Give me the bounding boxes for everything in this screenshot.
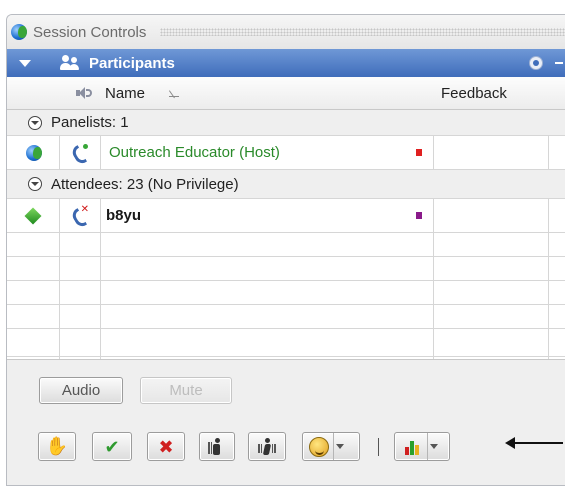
empty-row [7, 329, 565, 357]
polling-button[interactable] [394, 432, 450, 461]
empty-row [7, 281, 565, 305]
participant-name: b8yu [106, 207, 142, 224]
status-color-marker [416, 149, 422, 156]
emoticons-icon [309, 436, 329, 457]
empty-row [7, 305, 565, 329]
feedback-column-label: Feedback [441, 84, 507, 102]
raise-hand-button[interactable]: ✋ [38, 432, 76, 461]
empty-row [7, 257, 565, 281]
go-faster-icon [258, 437, 276, 456]
participant-name: Outreach Educator (Host) [109, 144, 280, 161]
no-button[interactable]: ✖ [147, 432, 185, 461]
empty-row [7, 233, 565, 257]
window-title: Session Controls [33, 23, 147, 41]
feedback-column-header[interactable]: Feedback [441, 77, 507, 109]
go-slower-icon [208, 437, 226, 456]
raise-hand-icon: ✋ [45, 436, 69, 456]
emoticons-dropdown[interactable] [333, 433, 345, 460]
attendees-group-label: Attendees: 23 (No Privilege) [51, 175, 239, 193]
chevron-down-icon [429, 444, 438, 449]
go-slower-button[interactable] [199, 432, 235, 461]
participants-icon [59, 55, 81, 71]
session-controls-window: Session Controls Participants Name Feedb… [6, 14, 565, 486]
annotation-arrow-icon [505, 437, 563, 449]
participant-row-host[interactable]: Outreach Educator (Host) [7, 136, 565, 170]
controls-area: Audio Mute ✋ ✔ ✖ [7, 359, 565, 485]
expand-collapse-icon [28, 115, 42, 130]
yes-button[interactable]: ✔ [92, 432, 132, 461]
chevron-down-icon [335, 444, 344, 449]
panelists-group-row[interactable]: Panelists: 1 [7, 110, 565, 136]
globe-icon [11, 24, 27, 40]
audio-button[interactable]: Audio [39, 377, 123, 404]
phone-muted-icon[interactable]: ✕ [71, 204, 89, 224]
mute-button[interactable]: Mute [140, 377, 232, 404]
polling-dropdown[interactable] [427, 433, 439, 460]
emoticons-button[interactable] [302, 432, 360, 461]
minimize-icon[interactable] [555, 62, 563, 64]
participants-panel-header[interactable]: Participants [7, 49, 565, 77]
panel-title: Participants [89, 54, 175, 72]
toolbar-separator [378, 438, 379, 456]
expand-collapse-icon [28, 177, 42, 191]
participant-row-b8yu[interactable]: ✕ b8yu [7, 199, 565, 233]
collapse-panel-icon[interactable] [19, 59, 31, 67]
drag-grip[interactable] [160, 28, 565, 36]
name-column-header[interactable]: Name [105, 77, 180, 109]
name-column-label: Name [105, 84, 146, 102]
panelists-expander[interactable] [28, 110, 42, 135]
polling-chart-icon [405, 439, 419, 455]
no-x-icon: ✖ [158, 436, 174, 457]
yes-check-icon: ✔ [104, 436, 120, 457]
panel-options-icon[interactable] [529, 56, 543, 70]
status-color-marker [416, 212, 422, 219]
window-titlebar[interactable]: Session Controls [7, 15, 565, 49]
sort-ascending-icon [169, 89, 180, 97]
go-faster-button[interactable] [248, 432, 286, 461]
panelists-group-label: Panelists: 1 [51, 114, 129, 131]
speaker-icon [74, 86, 92, 100]
attendees-group-row[interactable]: Attendees: 23 (No Privilege) [7, 170, 565, 199]
globe-icon [26, 144, 42, 161]
audio-column-header[interactable] [67, 77, 97, 109]
list-header: Name Feedback [7, 77, 565, 110]
participants-list: Name Feedback Panelists: 1 Outreach Educ… [7, 77, 565, 359]
attendees-expander[interactable] [28, 170, 42, 198]
phone-connected-icon[interactable] [71, 143, 88, 161]
green-diamond-icon [24, 207, 42, 224]
